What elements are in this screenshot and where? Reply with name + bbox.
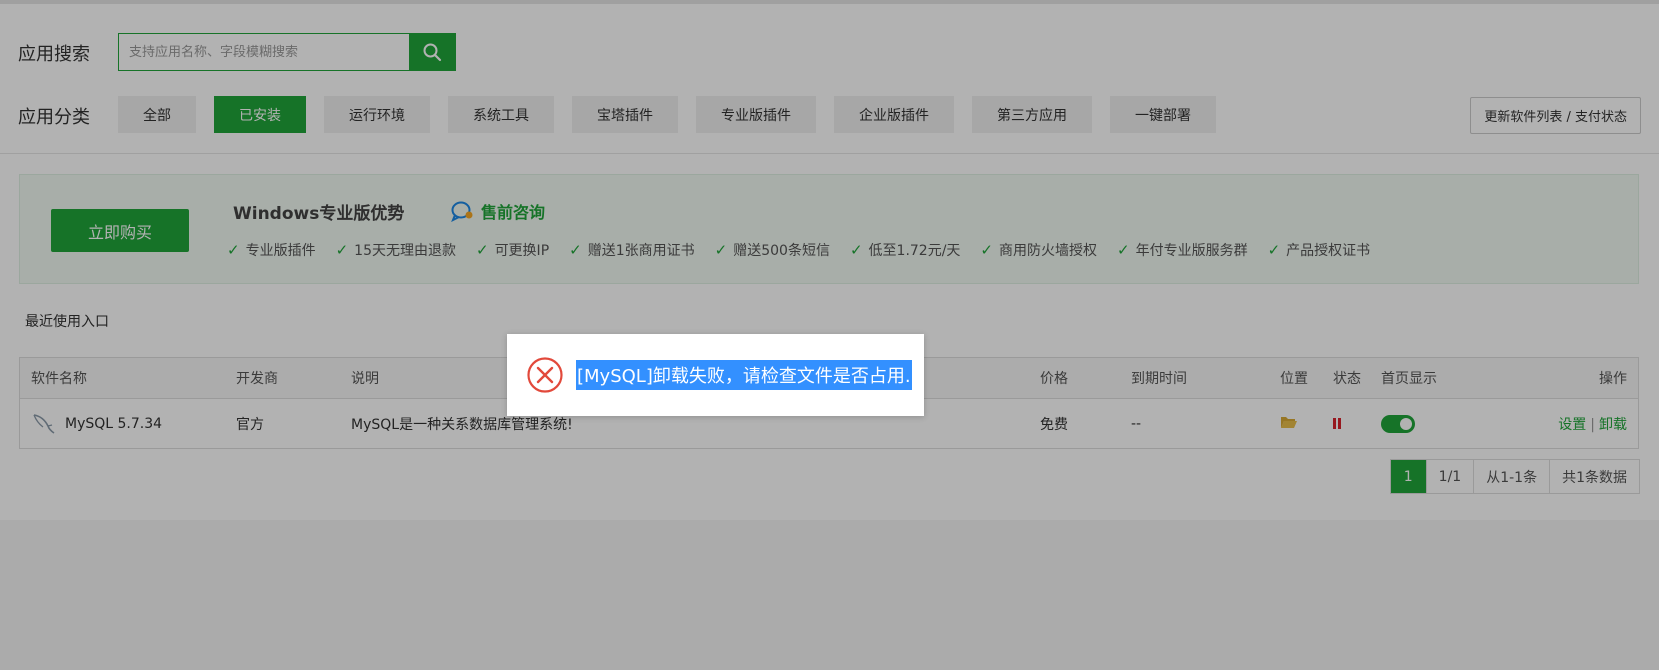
error-circle-x-icon xyxy=(527,357,563,393)
error-message: [MySQL]卸载失败，请检查文件是否占用. xyxy=(576,360,912,390)
error-dialog: [MySQL]卸载失败，请检查文件是否占用. xyxy=(507,334,924,416)
